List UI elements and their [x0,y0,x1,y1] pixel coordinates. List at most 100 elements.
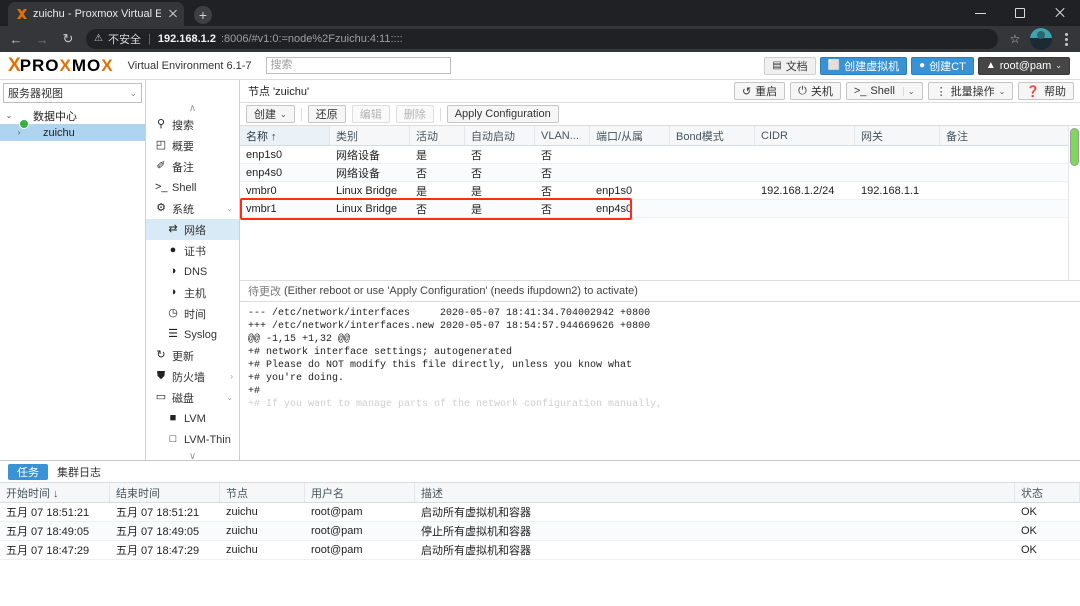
tab-cluster-log[interactable]: 集群日志 [48,464,110,480]
tasks-column-header[interactable]: 节点 [220,483,305,502]
table-cell-comment [940,182,1080,199]
nav-item-5[interactable]: ⇄ 网络 [146,219,239,240]
nav-item-8[interactable]: ◑ 主机 [146,282,239,303]
table-row[interactable]: enp4s0 网络设备 否 否 否 [240,164,1080,182]
nav-scroll-up-button[interactable]: ∧ [146,102,239,114]
shell-button[interactable]: >_ Shell ⌄ [845,82,923,100]
help-button[interactable]: ❓ 帮助 [1018,82,1074,100]
grid-scrollbar[interactable] [1068,126,1080,280]
create-vm-button[interactable]: ⬜ 创建虚拟机 [819,56,908,75]
tasks-column-header[interactable]: 描述 [415,483,1015,502]
nav-item-15[interactable]: □ LVM-Thin [146,429,239,450]
grid-column-header[interactable]: Bond模式 [670,126,755,145]
tasks-column-header[interactable]: 结束时间 [110,483,220,502]
tree-item-zuichu[interactable]: › zuichu [0,124,145,141]
avatar[interactable] [1030,28,1052,50]
forward-button[interactable]: → [30,28,54,50]
nav-item-icon: ☰ [168,328,178,340]
create-button[interactable]: 创建 ⌄ [246,105,295,123]
tab-tasks[interactable]: 任务 [8,463,48,480]
table-cell-active: 是 [416,185,427,198]
nav-item-6[interactable]: ● 证书 [146,240,239,261]
proxmox-logo-icon [16,8,28,20]
tasks-column-header[interactable]: 用户名 [305,483,415,502]
task-row[interactable]: 五月 07 18:49:05 五月 07 18:49:05 zuichu root@p… [0,522,1080,541]
grid-column-header[interactable]: 活动 [410,126,465,145]
nav-item-0[interactable]: ⚲ 搜索 [146,114,239,135]
table-row[interactable]: enp1s0 网络设备 是 否 否 [240,146,1080,164]
view-selector[interactable]: 服务器视图 ⌄ [3,83,142,103]
task-cell-end: 五月 07 18:47:29 [116,545,200,557]
nav-item-3[interactable]: >_ Shell [146,177,239,198]
nav-item-14[interactable]: ■ LVM [146,408,239,429]
grid-column-header[interactable]: 网关 [855,126,940,145]
grid-column-header[interactable]: VLAN... [535,126,590,145]
apply-configuration-button[interactable]: Apply Configuration [446,105,559,123]
grid-column-header[interactable]: 类别 [330,126,410,145]
bulk-actions-button[interactable]: ⋮ 批量操作 ⌄ [927,82,1014,100]
nav-item-9[interactable]: ◷ 时间 [146,303,239,324]
tasks-column-header[interactable]: 开始时间 ↓ [0,483,110,502]
monitor-icon: ⬜ [827,59,841,71]
nav-item-2[interactable]: ✐ 备注 [146,156,239,177]
nav-item-icon: ⛊ [156,370,166,382]
back-button[interactable]: ← [4,28,28,50]
close-icon[interactable] [166,7,180,21]
interfaces-diff: --- /etc/network/interfaces 2020-05-07 1… [240,301,1080,460]
restart-button[interactable]: ↺ 重启 [733,82,786,100]
header-actions: ▤ 文档 ⬜ 创建虚拟机 ● 创建CT ▲ root@pam ⌄ [764,56,1074,75]
table-cell-cidr [755,164,855,181]
maximize-button[interactable] [1000,0,1040,26]
table-row[interactable]: vmbr1 Linux Bridge 否 是 否 enp4s0 [240,200,1080,218]
task-cell-user: root@pam [311,544,363,556]
user-label: root@pam [999,59,1052,72]
user-icon: ▲ [985,59,996,71]
task-cell-status: OK [1021,506,1037,518]
nav-item-label: 时间 [184,308,206,321]
browser-menu-button[interactable] [1056,28,1076,50]
nav-item-7[interactable]: ◑ DNS [146,261,239,282]
table-cell-comment [940,164,1080,181]
nav-item-11[interactable]: ↻ 更新 [146,345,239,366]
grid-column-header[interactable]: 自动启动 [465,126,535,145]
nav-item-13[interactable]: ▭ 磁盘 ⌄ [146,387,239,408]
create-ct-label: 创建CT [929,60,966,73]
reload-button[interactable]: ↻ [56,28,80,50]
task-cell-desc: 启动所有虚拟机和容器 [421,507,531,519]
grid-column-header[interactable]: CIDR [755,126,855,145]
tasks-grid-rows: 五月 07 18:51:21 五月 07 18:51:21 zuichu root@p… [0,503,1080,560]
nav-item-12[interactable]: ⛊ 防火墙 › [146,366,239,387]
grid-column-header[interactable]: 名称 ↑ [240,126,330,145]
task-cell-start: 五月 07 18:47:29 [6,545,90,557]
new-tab-button[interactable]: + [190,4,216,26]
shutdown-button[interactable]: ⏻ 关机 [790,82,841,100]
nav-item-4[interactable]: ⚙ 系统 ⌄ [146,198,239,219]
browser-tab[interactable]: zuichu - Proxmox Virtual Envir [8,2,184,26]
tasks-column-header[interactable]: 状态 [1015,483,1080,502]
bookmark-star-icon[interactable]: ☆ [1004,28,1026,50]
documentation-label: 文档 [785,60,808,73]
proxmox-logo[interactable]: X PROXMOX [8,55,114,77]
table-cell-gateway [855,164,940,181]
nav-item-1[interactable]: ◰ 概要 [146,135,239,156]
diff-line: +# Please do NOT modify this file direct… [248,359,633,371]
nav-item-10[interactable]: ☰ Syslog [146,324,239,345]
user-menu-button[interactable]: ▲ root@pam ⌄ [977,56,1070,75]
grid-scrollbar-thumb[interactable] [1070,128,1079,166]
nav-item-label: 概要 [172,140,194,153]
table-row[interactable]: vmbr0 Linux Bridge 是 是 否 enp1s0 192.168.1.2/24… [240,182,1080,200]
close-window-icon [1054,7,1066,19]
revert-button[interactable]: 还原 [307,105,346,123]
table-cell-name: enp4s0 [246,166,283,179]
nav-item-icon: □ [169,433,177,445]
close-window-button[interactable] [1040,0,1080,26]
grid-column-header[interactable]: 端口/从属 [590,126,670,145]
address-bar[interactable]: ⚠ 不安全 | 192.168.1.2 :8006/#v1:0:=node%2F… [86,29,998,49]
minimize-button[interactable] [960,0,1000,26]
grid-column-header[interactable]: 备注 [940,126,1080,145]
task-row[interactable]: 五月 07 18:47:29 五月 07 18:47:29 zuichu root@p… [0,541,1080,560]
task-row[interactable]: 五月 07 18:51:21 五月 07 18:51:21 zuichu root@p… [0,503,1080,522]
create-ct-button[interactable]: ● 创建CT [911,56,974,75]
search-input[interactable]: 搜索 [265,57,451,74]
documentation-button[interactable]: ▤ 文档 [764,56,816,75]
